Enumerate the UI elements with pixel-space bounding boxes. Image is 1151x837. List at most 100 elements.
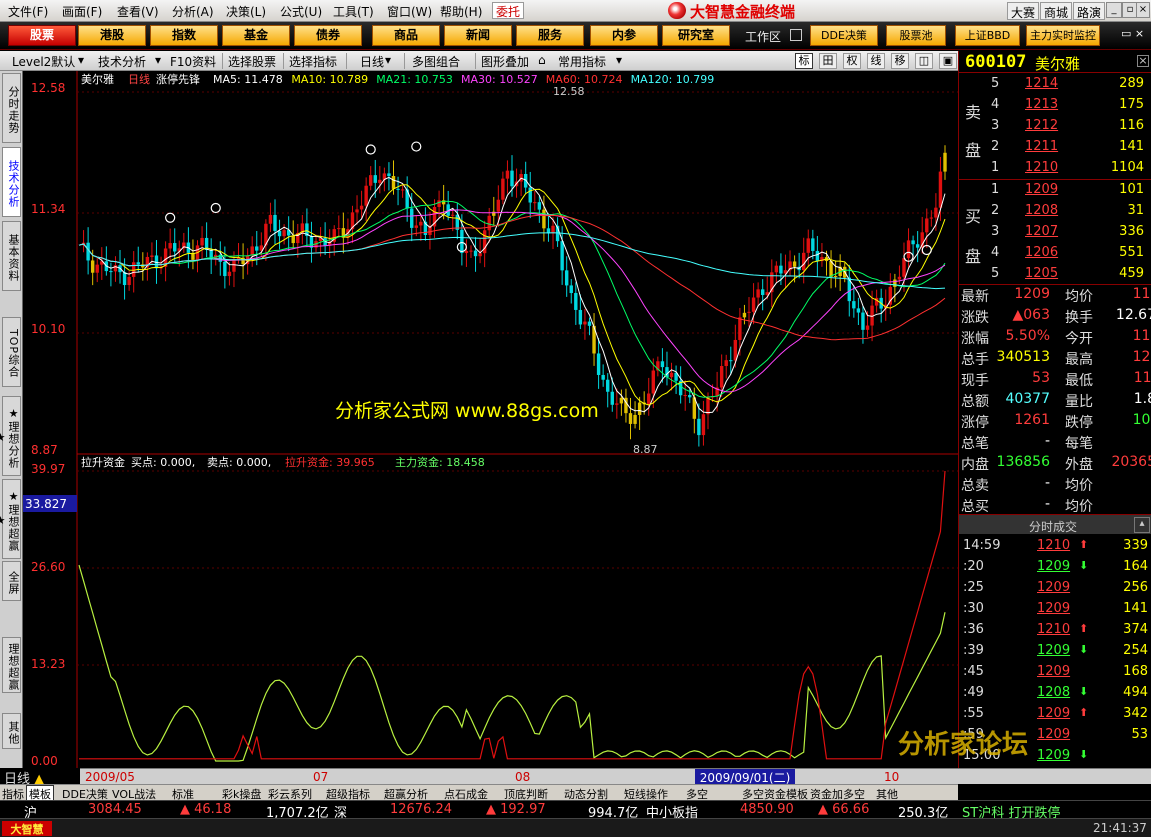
nav-stocks[interactable]: 股票: [8, 25, 76, 46]
candle-body: [719, 366, 724, 388]
close-icon[interactable]: ×: [1136, 2, 1150, 18]
workspace-close-icon[interactable]: [790, 29, 802, 41]
nav-commodities[interactable]: 商品: [372, 25, 440, 46]
contest-button[interactable]: 大赛: [1007, 2, 1040, 20]
price-axis-label: 10.10: [31, 322, 65, 336]
panel-close-icon[interactable]: ×: [1137, 55, 1149, 67]
candle-body: [943, 152, 947, 172]
ob-price: 1205: [1025, 266, 1059, 281]
menu-window[interactable]: 窗口(W): [387, 3, 432, 20]
menu-decision[interactable]: 决策(L): [226, 3, 266, 20]
nav-research[interactable]: 研究室: [662, 25, 730, 46]
mall-button[interactable]: 商城: [1040, 2, 1073, 20]
candle-body: [560, 241, 564, 271]
nav-bonds[interactable]: 债券: [294, 25, 362, 46]
tab-ideal-super-2[interactable]: 理想超赢: [2, 637, 21, 693]
down-arrow-icon: ⬇: [1079, 643, 1089, 656]
tab-fullscreen[interactable]: 全屏: [2, 561, 21, 601]
tick-price: 1209: [1037, 706, 1071, 721]
candle-body: [651, 370, 655, 394]
minimize-icon[interactable]: _: [1106, 2, 1122, 18]
tab-other[interactable]: 其他: [2, 713, 21, 749]
level2-default-dropdown[interactable]: Level2默认: [12, 53, 75, 70]
ma-label: MA30: 10.527: [461, 73, 538, 86]
nav-news[interactable]: 新闻: [444, 25, 512, 46]
candle-body: [578, 309, 583, 325]
up-arrow-icon: ⬆: [1079, 538, 1089, 551]
stock-pool-button[interactable]: 股票池: [886, 25, 946, 46]
candle-body: [747, 311, 751, 313]
workspace-label[interactable]: 工作区: [745, 28, 781, 45]
forum-watermark: 分析家论坛: [898, 730, 1029, 760]
period-indicator[interactable]: 日线 ▲: [0, 768, 80, 787]
stat-value: -: [1044, 475, 1050, 491]
roadshow-button[interactable]: 路演: [1073, 2, 1106, 20]
select-stock-button[interactable]: 选择股票: [228, 53, 276, 70]
candle-body: [464, 250, 469, 254]
candle-body: [856, 308, 861, 313]
chart-area[interactable]: 12.58 11.34 10.10 8.87 39.97 33.827 26.6…: [23, 71, 958, 768]
lock-icon[interactable]: ⌂: [538, 53, 546, 67]
ob-level: 1: [991, 182, 1000, 197]
candle-body: [90, 260, 95, 273]
sh-bbd-button[interactable]: 上证BBD: [955, 25, 1020, 46]
candle-body: [756, 289, 760, 298]
menu-help[interactable]: 帮助(H): [440, 3, 482, 20]
line-icon[interactable]: 线: [867, 53, 885, 69]
ob-price: 1209: [1025, 182, 1059, 197]
kline-chart[interactable]: 12.58 11.34 10.10 8.87 39.97 33.827 26.6…: [23, 71, 958, 768]
common-indicators-button[interactable]: 常用指标: [558, 53, 606, 70]
toolbar-divider: [222, 53, 223, 69]
ma-line: [78, 232, 946, 290]
fullscreen-icon[interactable]: ▣: [939, 53, 957, 69]
toolbar-divider: [283, 53, 284, 69]
rights-icon[interactable]: 权: [843, 53, 861, 69]
tick-time: 14:59: [963, 538, 1001, 553]
nav-hk-stocks[interactable]: 港股: [78, 25, 146, 46]
ticks-header: 分时成交 ▴: [959, 514, 1151, 534]
candle-body: [633, 414, 637, 424]
tab-ideal-super[interactable]: ★理想超赢★: [0, 479, 21, 559]
menu-screen[interactable]: 画面(F): [62, 3, 102, 20]
select-indicator-button[interactable]: 选择指标: [289, 53, 337, 70]
ob-volume: 175: [1119, 97, 1144, 112]
stat-label: 最高: [1065, 352, 1093, 368]
menu-file[interactable]: 文件(F): [8, 3, 48, 20]
tab-tech-analysis[interactable]: 技术分析: [2, 147, 21, 217]
move-icon[interactable]: 移: [891, 53, 909, 69]
ticks-title: 分时成交: [1029, 520, 1078, 534]
tick-volume: 254: [1123, 643, 1148, 658]
low-price-label: 8.87: [633, 443, 658, 456]
entrust-button[interactable]: 委托: [492, 2, 524, 19]
overlay-button[interactable]: 图形叠加: [481, 53, 529, 70]
ob-volume: 116: [1119, 118, 1144, 133]
buy-side-label: 盘: [965, 247, 982, 266]
nav-close-icon[interactable]: ▭ ×: [1121, 27, 1144, 40]
main-monitor-button[interactable]: 主力实时监控: [1026, 25, 1100, 46]
menu-formula[interactable]: 公式(U): [280, 3, 322, 20]
dde-decision-button[interactable]: DDE决策: [810, 25, 878, 46]
nav-services[interactable]: 服务: [516, 25, 584, 46]
tech-analysis-dropdown[interactable]: 技术分析: [98, 53, 146, 70]
menu-tools[interactable]: 工具(T): [333, 3, 374, 20]
mini-logo[interactable]: 大智慧: [2, 821, 52, 836]
ticks-expand-icon[interactable]: ▴: [1134, 517, 1150, 533]
sub-line-lasheng: [79, 470, 946, 760]
menu-analysis[interactable]: 分析(A): [172, 3, 214, 20]
nav-insider[interactable]: 内参: [590, 25, 658, 46]
candle-body: [811, 238, 815, 251]
period-dropdown[interactable]: 日线: [360, 53, 384, 70]
tab-basic-info[interactable]: 基本资料: [2, 221, 21, 291]
tab-top-overview[interactable]: TOP综合: [2, 317, 21, 387]
f10-button[interactable]: F10资料: [170, 53, 216, 70]
window-icon[interactable]: ◫: [915, 53, 933, 69]
nav-funds[interactable]: 基金: [222, 25, 290, 46]
tab-intraday[interactable]: 分时走势: [2, 73, 21, 143]
multi-chart-button[interactable]: 多图组合: [412, 53, 460, 70]
mark-icon[interactable]: 标: [795, 53, 813, 69]
menu-view[interactable]: 查看(V): [117, 3, 159, 20]
nav-index[interactable]: 指数: [150, 25, 218, 46]
grid-icon[interactable]: 田: [819, 53, 837, 69]
candle-body: [637, 402, 642, 415]
tab-ideal-analysis[interactable]: ★理想分析★: [0, 396, 21, 476]
